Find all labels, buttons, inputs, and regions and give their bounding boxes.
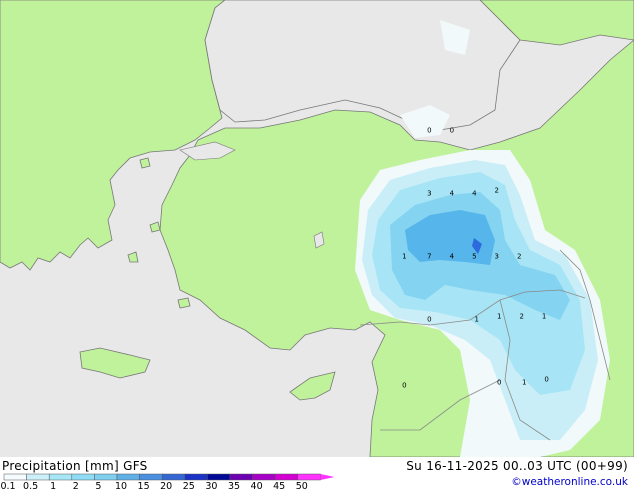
precip-value-label: 4 xyxy=(472,189,477,197)
precip-value-label: 2 xyxy=(519,312,523,320)
precip-value-label: 5 xyxy=(472,252,476,260)
title-text: Precipitation [mm] xyxy=(2,459,119,473)
legend-tick-label: 1 xyxy=(50,481,56,490)
land-island-4 xyxy=(139,157,151,169)
legend-swatch xyxy=(71,473,95,481)
legend-tick-label: 45 xyxy=(273,481,285,490)
legend-ticks: 0.1 0.5 1 2 5 10 15 20 25 30 35 40 45 50 xyxy=(0,481,307,490)
legend-swatch xyxy=(274,473,299,481)
precip-value-label: 0 xyxy=(427,316,431,324)
legend-swatch xyxy=(116,473,140,481)
legend-tick-label: 15 xyxy=(138,481,150,490)
legend-arrow xyxy=(320,474,334,480)
land-island-3 xyxy=(177,297,191,309)
legend-tick-label: 5 xyxy=(95,481,101,490)
legend-tick-label: 40 xyxy=(251,481,263,490)
precip-value-label: 0 xyxy=(402,382,406,390)
credit-link[interactable]: ©weatheronline.co.uk xyxy=(511,476,628,488)
run-time: Su 16-11-2025 00..03 UTC (00+99) xyxy=(406,459,628,473)
precip-value-label: 3 xyxy=(494,252,498,260)
legend-swatch xyxy=(229,473,253,481)
legend-tick-label: 30 xyxy=(205,481,217,490)
legend-tick-label: 2 xyxy=(73,481,79,490)
legend-tick-label: 0.1 xyxy=(0,481,15,490)
legend-swatch xyxy=(207,473,231,481)
precip-value-label: 1 xyxy=(402,252,406,260)
legend-tick-label: 50 xyxy=(296,481,308,490)
legend-boxes xyxy=(3,473,334,481)
precip-value-label: 1 xyxy=(497,312,501,320)
legend-tick-label: 0.5 xyxy=(23,481,38,490)
precip-value-label: 1 xyxy=(522,379,526,387)
legend-tick-label: 20 xyxy=(160,481,172,490)
precipitation-map: 0 0 3 4 4 2 1 7 4 5 3 2 0 1 1 2 1 0 0 1 0 xyxy=(0,0,634,457)
legend-swatch xyxy=(26,473,50,481)
footer: Precipitation [mm] GFS Su 16-11-2025 00.… xyxy=(0,457,634,490)
legend-tick-label: 25 xyxy=(183,481,195,490)
precip-value-label: 0 xyxy=(497,379,501,387)
legend-swatch xyxy=(252,473,276,481)
legend-swatch xyxy=(48,473,73,481)
model-name: GFS xyxy=(123,459,148,473)
precip-value-label: 2 xyxy=(517,252,521,260)
precip-value-label: 0 xyxy=(427,126,431,134)
legend-swatch xyxy=(161,473,186,481)
precip-value-label: 7 xyxy=(427,252,431,260)
precip-value-label: 4 xyxy=(450,252,455,260)
color-legend: 0.1 0.5 1 2 5 10 15 20 25 30 35 40 45 50 xyxy=(0,473,334,490)
legend-swatch xyxy=(184,473,208,481)
legend-tick-label: 10 xyxy=(115,481,127,490)
precip-value-label: 1 xyxy=(542,312,546,320)
legend-swatch xyxy=(297,473,321,481)
precip-value-label: 4 xyxy=(450,189,455,197)
legend-swatch xyxy=(94,473,118,481)
legend-tick-label: 35 xyxy=(228,481,240,490)
precip-value-label: 1 xyxy=(474,316,478,324)
legend-swatch xyxy=(139,473,163,481)
precip-value-label: 0 xyxy=(544,375,548,383)
precip-value-label: 0 xyxy=(450,126,454,134)
precip-value-label: 2 xyxy=(494,186,498,194)
legend-swatch xyxy=(3,473,27,481)
precip-value-label: 3 xyxy=(427,189,431,197)
chart-title: Precipitation [mm] GFS xyxy=(2,459,148,473)
